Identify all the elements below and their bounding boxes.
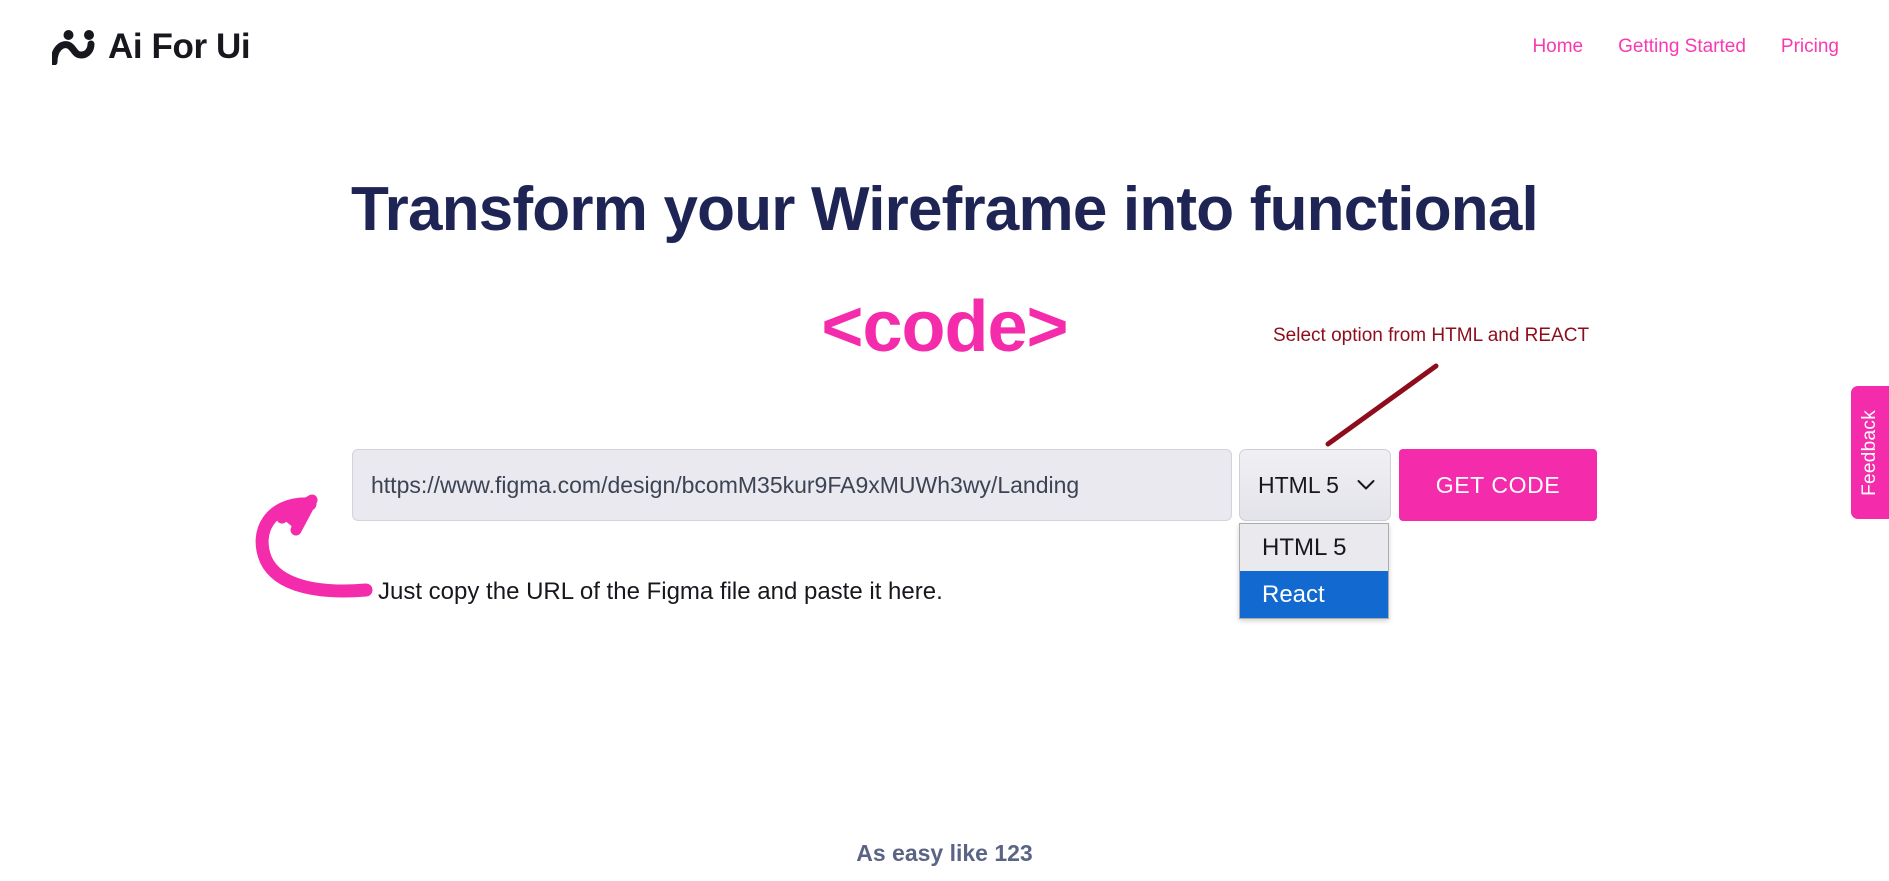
output-format-select[interactable]: HTML 5 [1239,449,1391,521]
output-format-selected-value: HTML 5 [1258,471,1339,498]
tagline: As easy like 123 [856,840,1033,866]
nav-link-home[interactable]: Home [1532,37,1583,56]
annotation-select-hint: Select option from HTML and REACT [1273,325,1590,346]
get-code-button[interactable]: GET CODE [1399,449,1597,521]
feedback-tab-label: Feedback [1859,409,1880,496]
page-title: Transform your Wireframe into functional [351,175,1539,244]
output-format-select-wrap: HTML 5 HTML 5 React [1239,449,1391,619]
annotation-line-to-select-icon [1325,363,1439,447]
feedback-tab[interactable]: Feedback [1851,386,1889,519]
nav-link-pricing[interactable]: Pricing [1781,37,1839,56]
brand-logo[interactable]: Ai For Ui [52,26,251,66]
output-format-option-list: HTML 5 React [1239,523,1389,619]
brand-name: Ai For Ui [108,26,251,66]
nav-link-getting-started[interactable]: Getting Started [1618,37,1746,56]
smiley-face-logo-icon [52,30,95,65]
main-nav: Home Getting Started Pricing [1532,37,1843,56]
figma-url-input[interactable] [352,449,1232,521]
hero-code-word: <code> [821,287,1068,367]
option-html5[interactable]: HTML 5 [1240,524,1388,571]
site-header: Ai For Ui Home Getting Started Pricing [0,0,1889,92]
option-react[interactable]: React [1240,571,1388,618]
figma-url-helper-text: Just copy the URL of the Figma file and … [378,578,943,605]
figma-url-form: HTML 5 HTML 5 React GET CODE [352,449,1597,619]
